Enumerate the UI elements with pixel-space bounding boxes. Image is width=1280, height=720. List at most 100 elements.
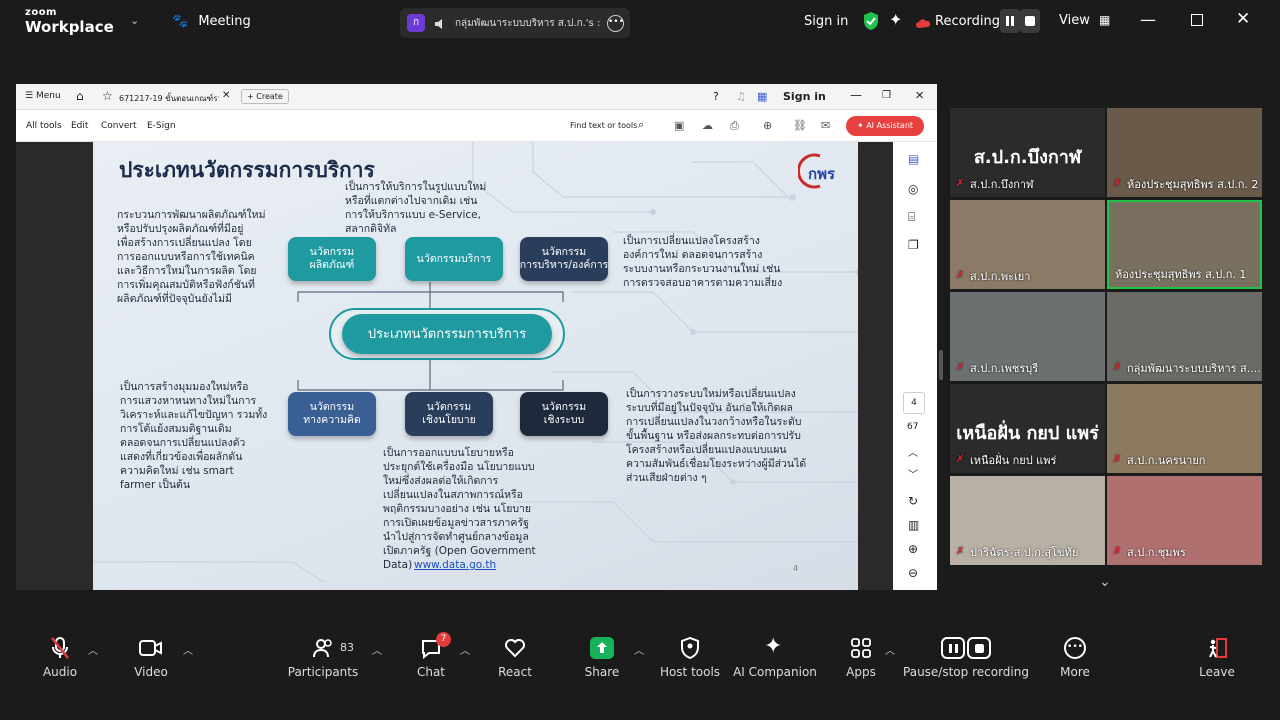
apps-label: Apps bbox=[846, 665, 876, 679]
stop-icon bbox=[967, 637, 991, 659]
create-button[interactable]: + Create bbox=[241, 89, 289, 104]
video-tile[interactable]: ✗ ส.ป.ก.นครนายก bbox=[1107, 384, 1262, 473]
view-menu[interactable]: View ▦ bbox=[1059, 13, 1110, 28]
zoom-in-icon[interactable]: ⊕ bbox=[908, 542, 918, 556]
bookmark-icon[interactable]: ⌸ bbox=[908, 210, 915, 225]
apps-icon bbox=[851, 638, 871, 658]
page-current-field[interactable]: 4 bbox=[903, 392, 925, 414]
more-dots-icon: ••• bbox=[1064, 637, 1086, 659]
leave-label: Leave bbox=[1199, 665, 1235, 679]
pause-icon bbox=[941, 637, 965, 659]
sign-in-link[interactable]: Sign in bbox=[804, 14, 848, 29]
acrobat-restore-icon[interactable]: ❐ bbox=[882, 90, 891, 101]
meeting-info-pill[interactable]: ก กลุ่มพัฒนาระบบบริหาร ส.ป.ก.'s : ••• bbox=[400, 8, 630, 38]
mail-icon[interactable]: ✉ bbox=[821, 119, 830, 132]
tool-esign[interactable]: E-Sign bbox=[147, 121, 176, 131]
copy-pages-icon[interactable]: ❐ bbox=[908, 238, 919, 252]
star-icon[interactable]: ☆ bbox=[102, 89, 113, 103]
share-label: Share bbox=[584, 665, 620, 679]
leave-door-icon bbox=[1209, 638, 1227, 658]
tool-all-tools[interactable]: All tools bbox=[26, 121, 62, 131]
mic-off-icon: ✗ bbox=[956, 270, 965, 281]
minimize-icon[interactable]: — bbox=[1140, 10, 1156, 29]
data-gov-link[interactable]: www.data.go.th bbox=[414, 558, 496, 572]
participant-name: ✗ ส.ป.ก.พะเยา bbox=[956, 270, 1031, 283]
participants-icon bbox=[313, 639, 332, 658]
bell-icon[interactable]: ♫ bbox=[736, 90, 746, 103]
participant-name: ✗ ส.ป.ก.นครนายก bbox=[1113, 454, 1206, 467]
mic-muted-icon bbox=[51, 637, 69, 659]
share-link-icon[interactable]: ⊕ bbox=[763, 119, 772, 132]
video-tile[interactable]: ✗ ปาริฉัตร-ส.ป.ก.สุโขทัย bbox=[950, 476, 1105, 565]
file-icon[interactable]: ▥ bbox=[908, 518, 919, 532]
video-tile[interactable]: ✗ ส.ป.ก.พะเยา bbox=[950, 200, 1105, 289]
node-product: นวัตกรรม ผลิตภัณฑ์ bbox=[288, 237, 376, 281]
hamburger-menu[interactable]: ☰ Menu bbox=[25, 91, 61, 101]
ai-rail-icon[interactable]: ◎ bbox=[908, 182, 918, 196]
splitter-handle[interactable] bbox=[939, 350, 943, 380]
view-label: View bbox=[1059, 13, 1090, 28]
page-down-icon[interactable]: ﹀ bbox=[908, 466, 918, 481]
participant-name: ห้องประชุมสุทธิพร ส.ป.ก. 1 bbox=[1115, 268, 1247, 281]
meeting-title: กลุ่มพัฒนาระบบบริหาร ส.ป.ก.'s : bbox=[455, 18, 601, 29]
chevron-down-icon[interactable]: ⌄ bbox=[130, 14, 139, 27]
acrobat-minimize-icon[interactable]: — bbox=[850, 88, 862, 102]
text-admin: เป็นการเปลี่ยนแปลงโครงสร้าง องค์การใหม่ … bbox=[623, 235, 783, 289]
save-icon[interactable]: ▣ bbox=[674, 119, 684, 132]
participant-name-big: เหนือฝั่น กยป แพร่ bbox=[956, 423, 1099, 444]
participant-name: ✗ ห้องประชุมสุทธิพร ส.ป.ก. 2 bbox=[1113, 178, 1259, 191]
document-tab[interactable]: 671217-19 ขั้นตอนเกณฑ์รางวัล... bbox=[119, 92, 219, 105]
comment-panel-icon[interactable]: ▤ bbox=[908, 152, 919, 166]
video-tile[interactable]: ✗ ห้องประชุมสุทธิพร ส.ป.ก. 2 bbox=[1107, 108, 1262, 197]
participant-name-big: ส.ป.ก.บึงกาฬ bbox=[973, 147, 1082, 168]
share-caret-icon[interactable]: ︿ bbox=[634, 642, 644, 657]
stop-recording-button[interactable] bbox=[1020, 9, 1040, 33]
refresh-icon[interactable]: ↻ bbox=[908, 494, 918, 508]
acrobat-close-icon[interactable]: ✕ bbox=[915, 89, 924, 102]
close-icon[interactable]: ✕ bbox=[1236, 9, 1250, 29]
upload-icon[interactable]: ☁ bbox=[702, 119, 713, 132]
sparkle-icon[interactable]: ✦ bbox=[889, 11, 907, 29]
video-tile[interactable]: เหนือฝั่น กยป แพร่ ✗ เหนือฝั่น กยป แพร่ bbox=[950, 384, 1105, 473]
print-icon[interactable]: ⎙ bbox=[730, 119, 739, 133]
pause-recording-button[interactable] bbox=[1000, 9, 1020, 33]
react-label: React bbox=[498, 665, 532, 679]
mic-off-icon: ✗ bbox=[1113, 546, 1122, 557]
tool-convert[interactable]: Convert bbox=[101, 121, 137, 131]
find-text-field[interactable]: Find text or tools bbox=[570, 121, 637, 130]
video-tile[interactable]: ส.ป.ก.บึงกาฬ ✗ ส.ป.ก.บึงกาฬ bbox=[950, 108, 1105, 197]
create-label: Create bbox=[256, 92, 283, 101]
meeting-menu[interactable]: 🐾 Meeting bbox=[172, 14, 251, 29]
chat-caret-icon[interactable]: ︿ bbox=[460, 642, 470, 657]
more-options-icon[interactable]: ••• bbox=[607, 15, 624, 32]
page-up-icon[interactable]: ︿ bbox=[908, 444, 918, 459]
node-admin: นวัตกรรม การบริหาร/องค์การ bbox=[520, 237, 608, 281]
video-tile[interactable]: ✗ กลุ่มพัฒนาระบบบริหาร ส.... bbox=[1107, 292, 1262, 381]
pause-stop-label: Pause/stop recording bbox=[903, 665, 1029, 679]
shield-check-icon[interactable] bbox=[862, 11, 880, 31]
maximize-icon[interactable] bbox=[1191, 14, 1203, 26]
paw-icon: 🐾 bbox=[172, 14, 189, 29]
participants-caret-icon[interactable]: ︿ bbox=[372, 642, 382, 657]
tab-close-icon[interactable]: ✕ bbox=[222, 90, 230, 101]
participant-name: ✗ กลุ่มพัฒนาระบบบริหาร ส.... bbox=[1113, 362, 1261, 375]
zoom-out-icon[interactable]: ⊖ bbox=[908, 566, 918, 580]
acrobat-sign-in[interactable]: Sign in bbox=[783, 90, 826, 103]
search-icon[interactable]: ⌕ bbox=[638, 118, 644, 132]
video-tile[interactable]: ✗ ส.ป.ก.เพชรบุรี bbox=[950, 292, 1105, 381]
ai-assistant-button[interactable]: ✦ AI Assistant bbox=[846, 116, 924, 136]
apps-caret-icon[interactable]: ︿ bbox=[885, 642, 895, 657]
home-icon[interactable]: ⌂ bbox=[76, 89, 84, 103]
help-icon[interactable]: ? bbox=[713, 90, 719, 103]
tool-edit[interactable]: Edit bbox=[71, 121, 88, 131]
video-tile-active-speaker[interactable]: ห้องประชุมสุทธิพร ส.ป.ก. 1 bbox=[1107, 200, 1262, 289]
link-icon[interactable]: ⛓ bbox=[793, 119, 807, 132]
apps-grid-icon[interactable]: ▦ bbox=[757, 90, 767, 103]
acrobat-titlebar: ☰ Menu ⌂ ☆ 671217-19 ขั้นตอนเกณฑ์รางวัล.… bbox=[16, 84, 937, 110]
gallery-scroll-down-icon[interactable]: ⌄ bbox=[1099, 574, 1111, 590]
node-service: นวัตกรรมบริการ bbox=[405, 237, 503, 281]
page-total: 67 bbox=[907, 422, 919, 432]
video-tile[interactable]: ✗ ส.ป.ก.ชุมพร bbox=[1107, 476, 1262, 565]
video-caret-icon[interactable]: ︿ bbox=[183, 642, 193, 657]
audio-caret-icon[interactable]: ︿ bbox=[88, 642, 98, 657]
